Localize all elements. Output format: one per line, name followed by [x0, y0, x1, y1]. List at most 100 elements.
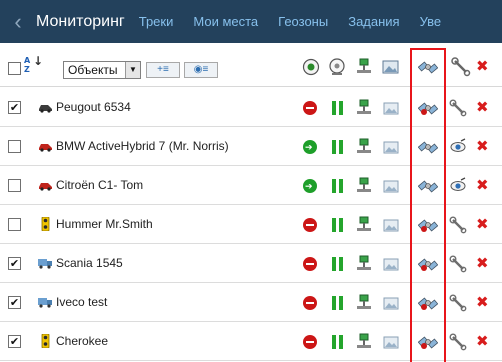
photo-icon[interactable]	[381, 98, 401, 118]
sort-letter-a: A	[24, 56, 31, 65]
tab-my-places[interactable]: Мои места	[193, 14, 258, 29]
delete-icon[interactable]: ✖	[476, 176, 489, 194]
filter-select-value: Объекты	[68, 63, 118, 77]
settings-all-icon[interactable]	[451, 57, 471, 77]
row-checkbox[interactable]	[8, 179, 21, 192]
network-icon[interactable]	[354, 176, 374, 196]
tab-tracks[interactable]: Треки	[139, 14, 174, 29]
photo-icon[interactable]	[381, 332, 401, 352]
photo-icon[interactable]	[381, 176, 401, 196]
page-title: Мониторинг	[36, 12, 125, 30]
select-all-checkbox[interactable]	[8, 62, 21, 75]
pause-button[interactable]	[328, 98, 348, 118]
delete-icon[interactable]: ✖	[476, 332, 489, 350]
network-icon[interactable]	[354, 254, 374, 274]
filter-select[interactable]: Объекты ▼	[63, 61, 141, 79]
locate-all-icon[interactable]	[301, 57, 321, 77]
state-button[interactable]	[300, 332, 320, 352]
delete-icon[interactable]: ✖	[476, 98, 489, 116]
row-checkbox[interactable]: ✔	[8, 101, 21, 114]
photo-all-icon[interactable]	[381, 57, 401, 77]
satellite-all-icon[interactable]	[418, 57, 438, 77]
delete-icon[interactable]: ✖	[476, 254, 489, 272]
object-row[interactable]: ✔ Peugout 6534 ✖	[0, 88, 502, 127]
pause-icon	[332, 335, 344, 349]
eye-icon[interactable]	[448, 137, 468, 157]
object-row[interactable]: ✔ Scania 1545 ✖	[0, 244, 502, 283]
delete-all-icon[interactable]: ✖	[476, 57, 489, 75]
row-checkbox[interactable]	[8, 140, 21, 153]
pause-button[interactable]	[328, 254, 348, 274]
photo-icon[interactable]	[381, 215, 401, 235]
object-name[interactable]: Citroën C1- Tom	[56, 178, 143, 192]
row-checkbox[interactable]: ✔	[8, 257, 21, 270]
wrench-icon[interactable]	[448, 98, 468, 118]
delete-icon[interactable]: ✖	[476, 293, 489, 311]
chevron-down-icon[interactable]: ▼	[125, 62, 140, 78]
sort-arrow-icon: ↓	[33, 54, 44, 68]
objects-toolbar: A Z ↓ Объекты ▼ +≡ ◉≡ ✖	[0, 43, 502, 87]
satellite-icon[interactable]	[418, 215, 438, 235]
photo-icon[interactable]	[381, 293, 401, 313]
object-name[interactable]: Scania 1545	[56, 256, 123, 270]
object-row[interactable]: BMW ActiveHybrid 7 (Mr. Norris) ✖	[0, 127, 502, 166]
satellite-icon[interactable]	[418, 254, 438, 274]
state-button[interactable]	[300, 215, 320, 235]
pause-button[interactable]	[328, 137, 348, 157]
pause-button[interactable]	[328, 293, 348, 313]
delete-icon[interactable]: ✖	[476, 215, 489, 233]
row-checkbox[interactable]	[8, 218, 21, 231]
state-button[interactable]	[300, 98, 320, 118]
network-icon[interactable]	[354, 215, 374, 235]
wrench-icon[interactable]	[448, 293, 468, 313]
object-name[interactable]: Cherokee	[56, 334, 108, 348]
state-button[interactable]	[300, 176, 320, 196]
track-all-icon[interactable]	[327, 57, 347, 77]
object-name[interactable]: BMW ActiveHybrid 7 (Mr. Norris)	[56, 139, 229, 153]
top-nav-bar: ‹ Мониторинг Треки Мои места Геозоны Зад…	[0, 0, 502, 43]
row-checkbox[interactable]: ✔	[8, 335, 21, 348]
object-name[interactable]: Iveco test	[56, 295, 107, 309]
pause-icon	[332, 101, 344, 115]
network-all-icon[interactable]	[354, 57, 374, 77]
network-icon[interactable]	[354, 98, 374, 118]
state-button[interactable]	[300, 254, 320, 274]
sort-az-icon[interactable]: A Z ↓	[24, 55, 43, 75]
add-group-button[interactable]: +≡	[146, 62, 180, 78]
car-black-icon	[39, 105, 52, 113]
row-checkbox[interactable]: ✔	[8, 296, 21, 309]
satellite-icon[interactable]	[418, 293, 438, 313]
pause-button[interactable]	[328, 215, 348, 235]
network-icon[interactable]	[354, 137, 374, 157]
wrench-icon[interactable]	[448, 332, 468, 352]
object-row[interactable]: Citroën C1- Tom ✖	[0, 166, 502, 205]
network-icon[interactable]	[354, 332, 374, 352]
photo-icon[interactable]	[381, 254, 401, 274]
object-name[interactable]: Peugout 6534	[56, 100, 131, 114]
tab-notifications[interactable]: Уве	[420, 14, 442, 29]
satellite-icon[interactable]	[418, 176, 438, 196]
satellite-icon[interactable]	[418, 332, 438, 352]
delete-icon[interactable]: ✖	[476, 137, 489, 155]
satellite-icon[interactable]	[418, 137, 438, 157]
truck-icon	[38, 298, 52, 308]
object-row[interactable]: ✔ Cherokee ✖	[0, 322, 502, 361]
state-button[interactable]	[300, 137, 320, 157]
network-icon[interactable]	[354, 293, 374, 313]
tab-tasks[interactable]: Задания	[348, 14, 399, 29]
satellite-icon[interactable]	[418, 98, 438, 118]
pause-button[interactable]	[328, 332, 348, 352]
eye-icon[interactable]	[448, 176, 468, 196]
tab-geozones[interactable]: Геозоны	[278, 14, 328, 29]
object-row[interactable]: Hummer Mr.Smith ✖	[0, 205, 502, 244]
wrench-icon[interactable]	[448, 254, 468, 274]
object-row[interactable]: ✔ Iveco test ✖	[0, 283, 502, 322]
chevron-left-icon[interactable]: ‹	[4, 0, 32, 43]
wrench-icon[interactable]	[448, 215, 468, 235]
object-name[interactable]: Hummer Mr.Smith	[56, 217, 153, 231]
state-button[interactable]	[300, 293, 320, 313]
start-icon	[303, 179, 317, 193]
photo-icon[interactable]	[381, 137, 401, 157]
pause-button[interactable]	[328, 176, 348, 196]
view-mode-button[interactable]: ◉≡	[184, 62, 218, 78]
